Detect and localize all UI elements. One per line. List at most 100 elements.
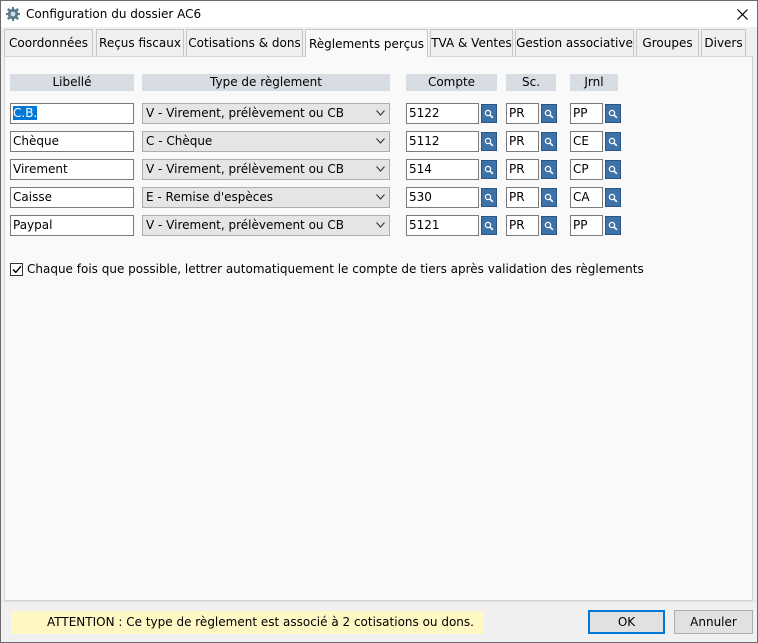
- cancel-label: Annuler: [690, 615, 737, 629]
- tab-label: Groupes: [642, 36, 693, 50]
- jrnl-field[interactable]: PP: [570, 215, 603, 236]
- magnifier-icon: [544, 193, 554, 202]
- jrnl-value: CE: [573, 134, 589, 148]
- title-bar: Configuration du dossier AC6: [1, 1, 757, 27]
- column-header-compte: Compte: [406, 74, 497, 91]
- compte-field[interactable]: 514: [406, 159, 479, 180]
- libelle-field[interactable]: Chèque: [10, 131, 134, 152]
- jrnl-value: CA: [573, 190, 590, 204]
- sc-lookup-button[interactable]: [541, 216, 557, 235]
- compte-lookup-button[interactable]: [481, 216, 497, 235]
- sc-lookup-button[interactable]: [541, 132, 557, 151]
- magnifier-icon: [484, 137, 494, 146]
- close-button[interactable]: [727, 1, 757, 27]
- jrnl-field[interactable]: CA: [570, 187, 603, 208]
- magnifier-icon: [544, 221, 554, 230]
- jrnl-field[interactable]: CE: [570, 131, 603, 152]
- sc-field[interactable]: PR: [506, 103, 539, 124]
- compte-field[interactable]: 5122: [406, 103, 479, 124]
- magnifier-icon: [608, 221, 618, 230]
- tab-label: Divers: [704, 36, 743, 50]
- type-reglement-select[interactable]: V - Virement, prélèvement ou CB: [142, 103, 390, 124]
- sc-field[interactable]: PR: [506, 159, 539, 180]
- tab-cotisations-dons[interactable]: Cotisations & dons: [186, 29, 303, 56]
- magnifier-icon: [484, 109, 494, 118]
- tab-gestion-associative[interactable]: Gestion associative: [515, 29, 634, 56]
- sc-lookup-button[interactable]: [541, 160, 557, 179]
- compte-field[interactable]: 530: [406, 187, 479, 208]
- libelle-field[interactable]: Virement: [10, 159, 134, 180]
- auto-lettrage-option[interactable]: Chaque fois que possible, lettrer automa…: [10, 262, 644, 276]
- magnifier-icon: [484, 221, 494, 230]
- tab-tva-ventes[interactable]: TVA & Ventes: [430, 29, 513, 56]
- close-icon: [736, 8, 748, 20]
- magnifier-icon: [544, 109, 554, 118]
- jrnl-value: CP: [573, 162, 589, 176]
- type-reglement-value: V - Virement, prélèvement ou CB: [146, 162, 344, 176]
- jrnl-field[interactable]: CP: [570, 159, 603, 180]
- magnifier-icon: [484, 193, 494, 202]
- tab-groupes[interactable]: Groupes: [636, 29, 699, 56]
- auto-lettrage-label: Chaque fois que possible, lettrer automa…: [27, 262, 644, 276]
- jrnl-lookup-button[interactable]: [605, 104, 621, 123]
- libelle-value: Paypal: [13, 218, 53, 232]
- chevron-down-icon: [376, 110, 385, 116]
- compte-value: 514: [409, 162, 432, 176]
- dialog-window: Configuration du dossier AC6 Coordonnées…: [0, 0, 758, 643]
- compte-lookup-button[interactable]: [481, 160, 497, 179]
- tab-coordonnees[interactable]: Coordonnées: [4, 29, 93, 56]
- chevron-down-icon: [376, 222, 385, 228]
- footer-separator: [1, 601, 757, 602]
- type-reglement-select[interactable]: V - Virement, prélèvement ou CB: [142, 159, 390, 180]
- compte-lookup-button[interactable]: [481, 104, 497, 123]
- tab-reglements-percus[interactable]: Règlements perçus: [305, 29, 428, 57]
- jrnl-lookup-button[interactable]: [605, 160, 621, 179]
- type-reglement-select[interactable]: E - Remise d'espèces: [142, 187, 390, 208]
- sc-field[interactable]: PR: [506, 215, 539, 236]
- sc-lookup-button[interactable]: [541, 104, 557, 123]
- jrnl-lookup-button[interactable]: [605, 216, 621, 235]
- ok-label: OK: [617, 615, 636, 629]
- magnifier-icon: [608, 165, 618, 174]
- compte-lookup-button[interactable]: [481, 188, 497, 207]
- compte-field[interactable]: 5112: [406, 131, 479, 152]
- sc-field[interactable]: PR: [506, 187, 539, 208]
- tab-label: TVA & Ventes: [431, 36, 512, 50]
- libelle-value: Virement: [13, 162, 68, 176]
- sc-value: PR: [509, 106, 525, 120]
- compte-lookup-button[interactable]: [481, 132, 497, 151]
- libelle-value: Chèque: [13, 134, 59, 148]
- column-header-sc: Sc.: [506, 74, 556, 91]
- sc-field[interactable]: PR: [506, 131, 539, 152]
- magnifier-icon: [484, 165, 494, 174]
- type-reglement-value: C - Chèque: [146, 134, 213, 148]
- libelle-field[interactable]: C.B.: [10, 103, 134, 124]
- auto-lettrage-checkbox[interactable]: [10, 262, 23, 276]
- jrnl-lookup-button[interactable]: [605, 188, 621, 207]
- libelle-field[interactable]: Paypal: [10, 215, 134, 236]
- libelle-value: Caisse: [13, 190, 52, 204]
- sc-value: PR: [509, 162, 525, 176]
- tab-recus-fiscaux[interactable]: Reçus fiscaux: [96, 29, 184, 56]
- jrnl-lookup-button[interactable]: [605, 132, 621, 151]
- warning-message: ATTENTION : Ce type de règlement est ass…: [11, 611, 484, 634]
- cancel-button[interactable]: Annuler: [674, 610, 753, 634]
- tab-label: Gestion associative: [516, 36, 633, 50]
- type-reglement-value: V - Virement, prélèvement ou CB: [146, 106, 344, 120]
- compte-value: 5121: [409, 218, 440, 232]
- compte-field[interactable]: 5121: [406, 215, 479, 236]
- tab-label: Cotisations & dons: [188, 36, 301, 50]
- chevron-down-icon: [376, 194, 385, 200]
- jrnl-field[interactable]: PP: [570, 103, 603, 124]
- tab-divers[interactable]: Divers: [701, 29, 746, 56]
- libelle-field[interactable]: Caisse: [10, 187, 134, 208]
- window-title: Configuration du dossier AC6: [26, 7, 202, 21]
- magnifier-icon: [608, 109, 618, 118]
- ok-button[interactable]: OK: [588, 610, 665, 634]
- chevron-down-icon: [376, 138, 385, 144]
- compte-value: 530: [409, 190, 432, 204]
- sc-lookup-button[interactable]: [541, 188, 557, 207]
- tab-label: Coordonnées: [9, 36, 88, 50]
- type-reglement-select[interactable]: C - Chèque: [142, 131, 390, 152]
- type-reglement-select[interactable]: V - Virement, prélèvement ou CB: [142, 215, 390, 236]
